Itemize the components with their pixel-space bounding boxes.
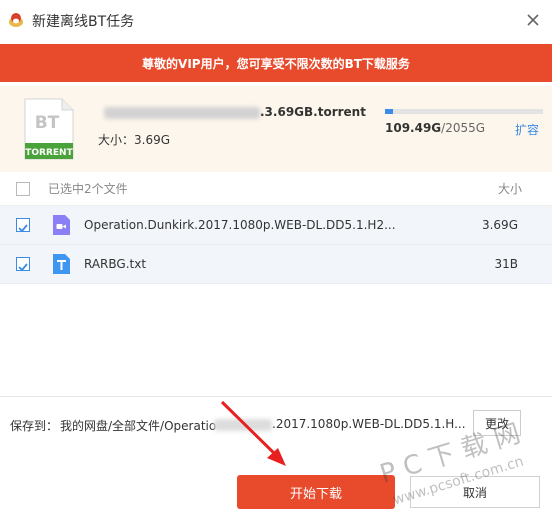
checkmark-icon: [18, 263, 28, 272]
change-path-button[interactable]: 更改: [473, 410, 521, 436]
torrent-size: 大小：3.69G: [98, 133, 171, 147]
video-icon: [53, 215, 70, 235]
checkmark-icon: [18, 224, 28, 233]
baidu-netdisk-logo-icon: [9, 13, 23, 27]
torrent-filename: .3.69GB.torrent: [260, 105, 366, 119]
torrent-icon-label: TORRENT: [25, 148, 73, 158]
selected-count-label: 已选中2个文件: [48, 182, 128, 196]
vip-banner-text: 尊敬的VIP用户，您可享受不限次数的BT下载服务: [142, 56, 410, 71]
storage-total: /2055G: [441, 121, 486, 135]
file-checkbox[interactable]: [16, 218, 30, 233]
file-size: 31B: [494, 257, 518, 271]
window-title: 新建离线BT任务: [32, 14, 135, 30]
save-path-suffix: .2017.1080p.WEB-DL.DD5.1.H...: [272, 417, 466, 431]
filename-redaction: [104, 107, 260, 119]
file-name: Operation.Dunkirk.2017.1080p.WEB-DL.DD5.…: [84, 218, 396, 232]
file-name: RARBG.txt: [84, 257, 147, 271]
title-bar: 新建离线BT任务: [0, 0, 552, 40]
size-column-header: 大小: [497, 182, 522, 196]
storage-quota-fill: [385, 109, 394, 114]
expand-storage-link[interactable]: 扩容: [515, 121, 539, 138]
file-list-header: 已选中2个文件 大小: [0, 172, 552, 206]
cancel-button[interactable]: 取消: [410, 476, 540, 508]
file-row[interactable]: Operation.Dunkirk.2017.1080p.WEB-DL.DD5.…: [0, 206, 552, 245]
file-checkbox[interactable]: [16, 257, 30, 272]
torrent-icon-bt-text: BT: [35, 113, 60, 133]
vip-banner: 尊敬的VIP用户，您可享受不限次数的BT下载服务: [0, 44, 552, 82]
close-icon[interactable]: [524, 11, 542, 29]
file-row[interactable]: RARBG.txt 31B: [0, 245, 552, 284]
storage-used: 109.49G: [385, 121, 442, 135]
storage-quota-text: 109.49G/2055G: [385, 121, 485, 135]
save-to-label: 保存到：: [10, 419, 59, 433]
text-file-icon: [53, 254, 70, 274]
file-size: 3.69G: [481, 218, 518, 232]
storage-quota-bar: [385, 109, 543, 114]
select-all-checkbox[interactable]: [16, 182, 30, 196]
save-path-redaction: [214, 419, 272, 431]
torrent-file-icon: BT TORRENT: [24, 98, 74, 160]
save-path-prefix: 我的网盘/全部文件/Operatio: [60, 419, 217, 433]
footer-divider: [0, 396, 552, 397]
start-download-button[interactable]: 开始下载: [237, 475, 395, 509]
annotation-arrow-icon: [220, 400, 286, 466]
